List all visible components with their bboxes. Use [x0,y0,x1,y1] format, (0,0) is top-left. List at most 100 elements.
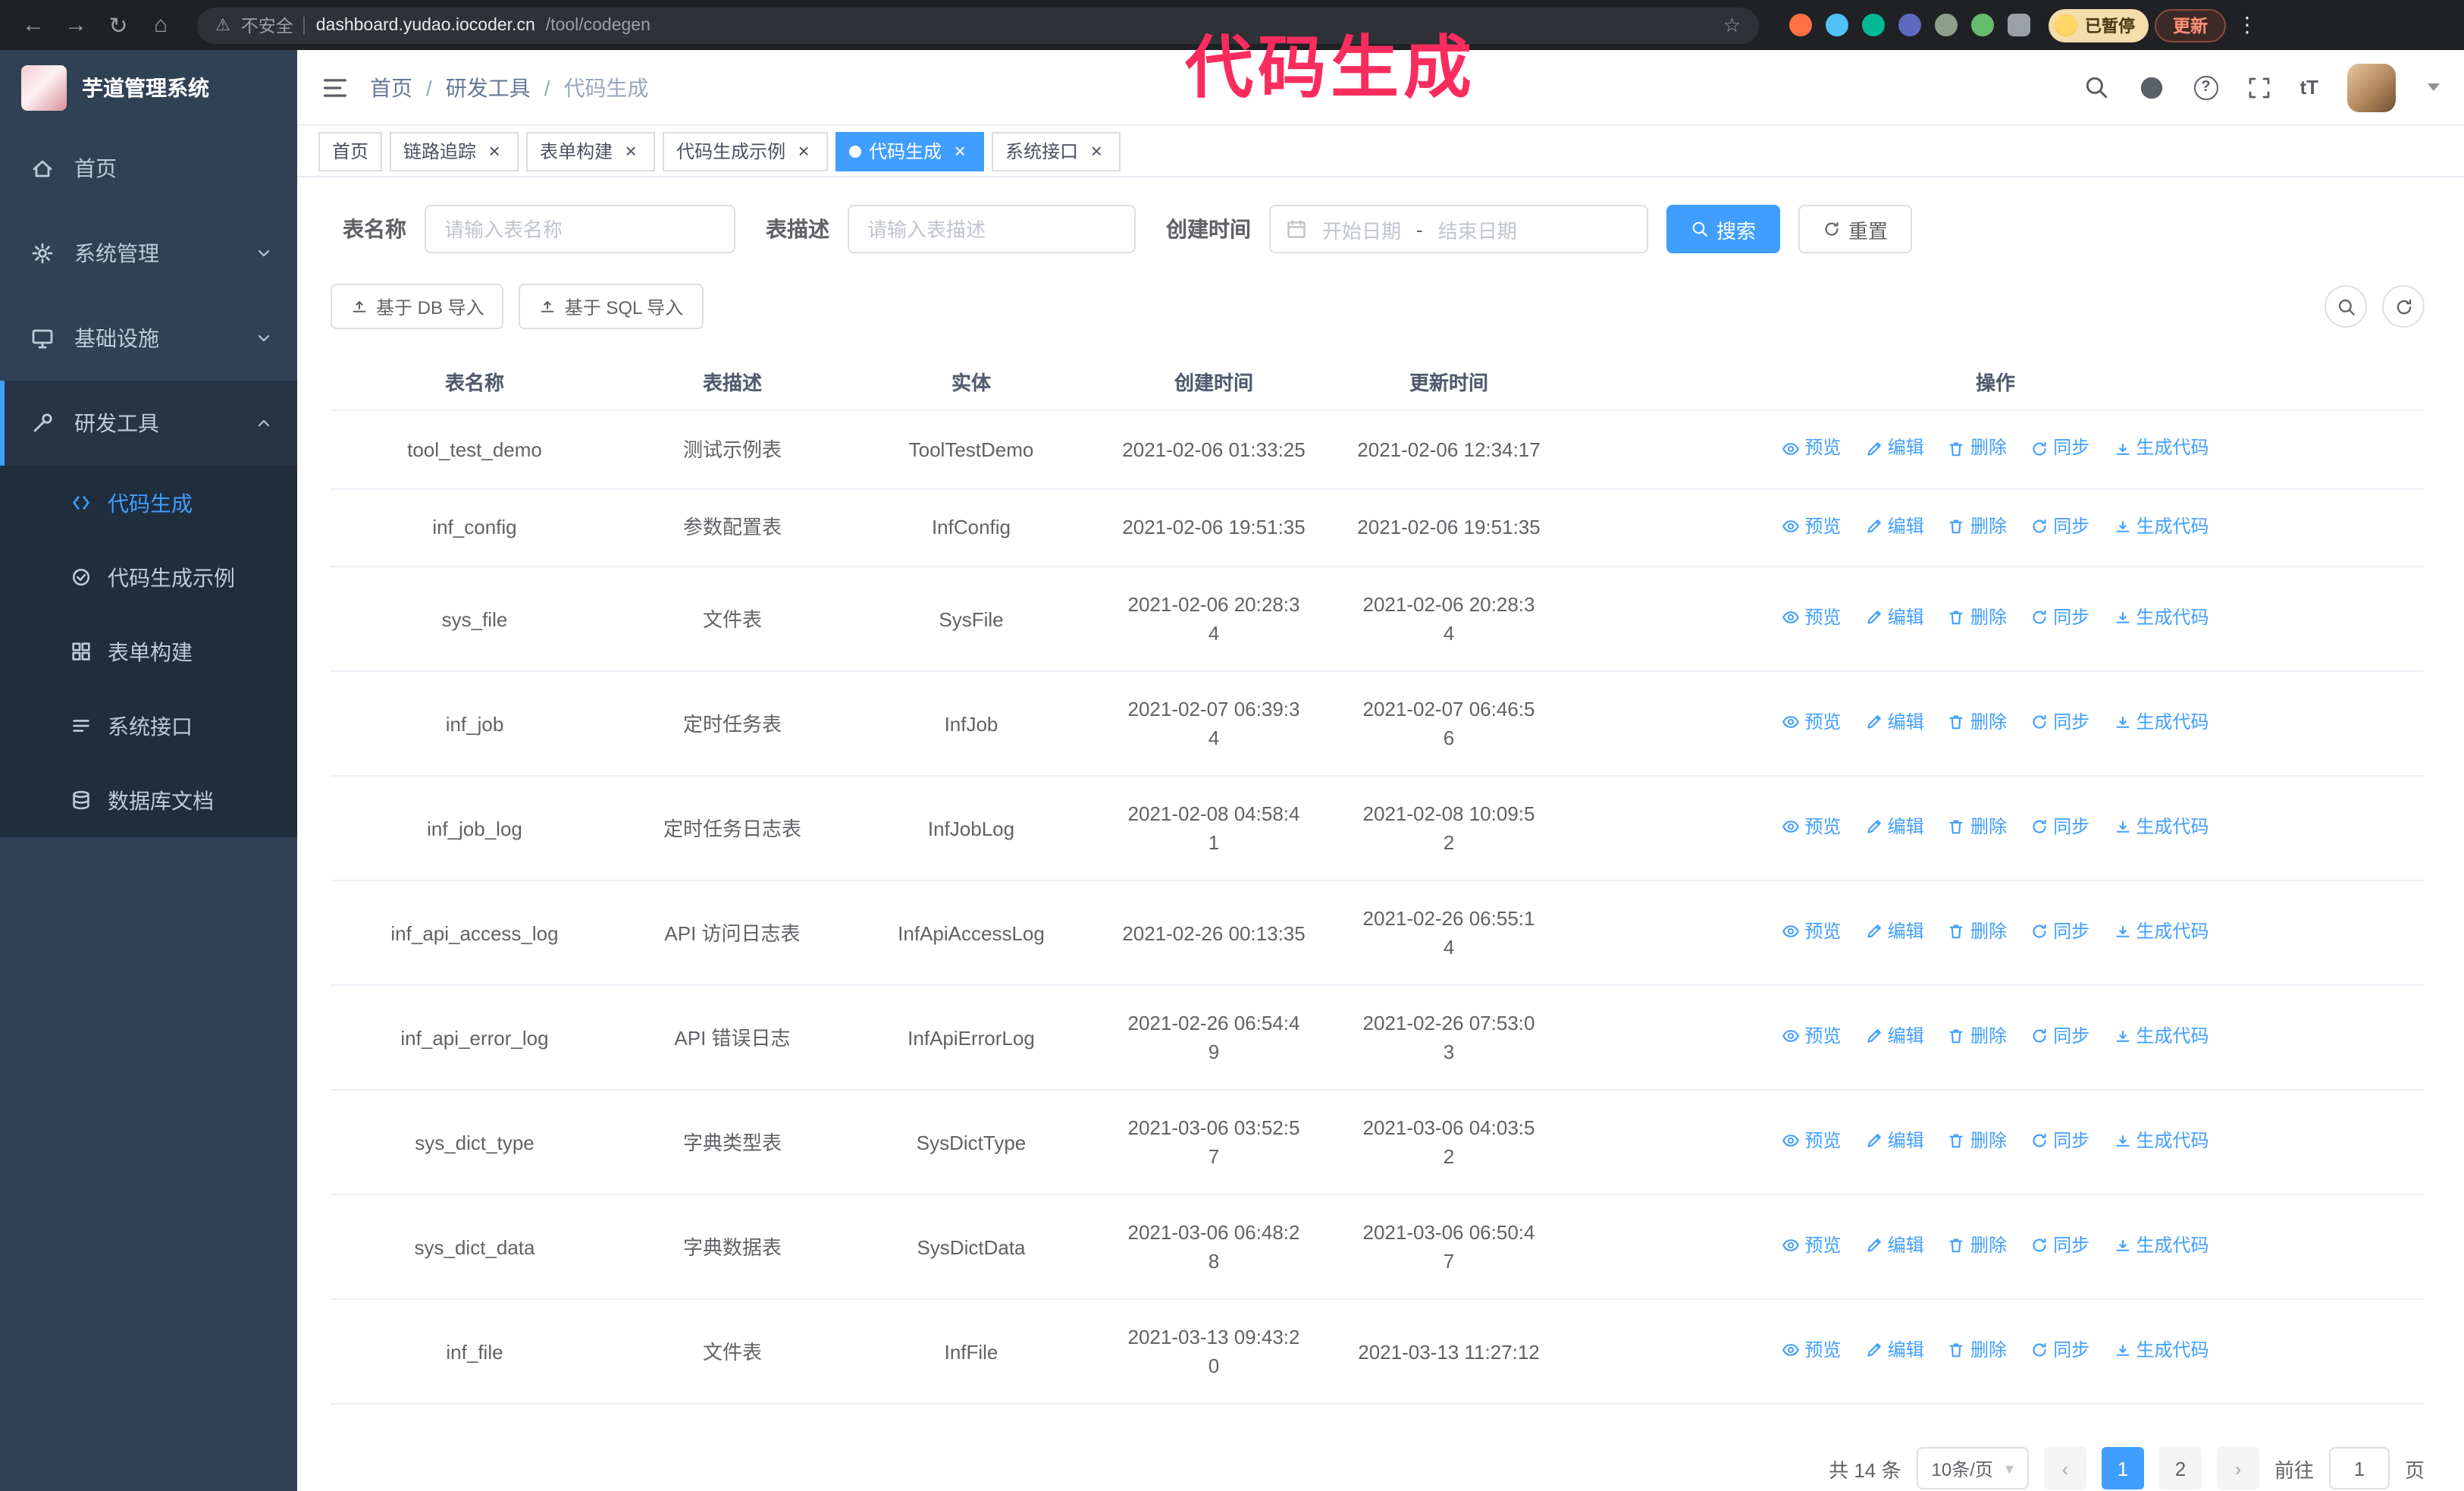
generate-code-link[interactable]: 生成代码 [2114,1232,2209,1260]
preview-link[interactable]: 预览 [1782,1022,1841,1051]
sync-link[interactable]: 同步 [2030,918,2089,946]
delete-link[interactable]: 删除 [1948,1336,2007,1365]
extension-icon[interactable] [1898,14,1921,36]
delete-link[interactable]: 删除 [1948,434,2007,463]
sync-link[interactable]: 同步 [2030,1127,2089,1156]
generate-code-link[interactable]: 生成代码 [2114,1336,2209,1365]
sync-link[interactable]: 同步 [2030,1232,2089,1260]
close-icon[interactable]: × [484,140,505,162]
close-icon[interactable]: × [949,140,970,162]
sync-link[interactable]: 同步 [2030,434,2089,463]
generate-code-link[interactable]: 生成代码 [2114,604,2209,632]
hamburger-icon[interactable] [321,74,349,101]
sidebar-item-home[interactable]: 首页 [0,126,297,211]
url-bar[interactable]: ⚠ 不安全 dashboard.yudao.iocoder.cn /tool/c… [197,7,1759,43]
import-db-button[interactable]: 基于 DB 导入 [331,284,504,329]
preview-link[interactable]: 预览 [1782,434,1841,463]
edit-link[interactable]: 编辑 [1865,1127,1924,1156]
sync-link[interactable]: 同步 [2030,1022,2089,1051]
extension-icon[interactable] [1935,14,1958,36]
sidebar-item-codegen[interactable]: 代码生成 [0,466,297,540]
tab-system-api[interactable]: 系统接口 × [992,131,1121,171]
update-button[interactable]: 更新 [2155,8,2226,42]
generate-code-link[interactable]: 生成代码 [2114,918,2209,946]
search-button[interactable]: 搜索 [1666,205,1781,253]
date-range-picker[interactable]: 开始日期 - 结束日期 [1269,205,1648,253]
close-icon[interactable]: × [620,140,641,162]
sync-link[interactable]: 同步 [2030,708,2089,737]
sidebar-item-system-api[interactable]: 系统接口 [0,689,297,763]
tab-codegen[interactable]: 代码生成 × [835,131,985,171]
generate-code-link[interactable]: 生成代码 [2114,512,2209,541]
delete-link[interactable]: 删除 [1948,1232,2007,1260]
table-desc-input[interactable] [848,205,1136,253]
tab-codegen-example[interactable]: 代码生成示例 × [663,131,829,171]
delete-link[interactable]: 删除 [1948,1022,2007,1051]
tab-home[interactable]: 首页 [318,131,383,171]
sidebar-item-infrastructure[interactable]: 基础设施 [0,296,297,381]
toggle-search-button[interactable] [2324,285,2367,328]
edit-link[interactable]: 编辑 [1865,434,1924,463]
breadcrumb-home[interactable]: 首页 [370,72,412,102]
search-icon[interactable] [2083,74,2108,100]
font-size-icon[interactable]: tT [2299,76,2318,99]
table-name-input[interactable] [425,205,735,253]
edit-link[interactable]: 编辑 [1865,1022,1924,1051]
edit-link[interactable]: 编辑 [1865,604,1924,632]
generate-code-link[interactable]: 生成代码 [2114,434,2209,463]
sidebar-item-form-builder[interactable]: 表单构建 [0,614,297,689]
preview-link[interactable]: 预览 [1782,1127,1841,1156]
delete-link[interactable]: 删除 [1948,918,2007,946]
sidebar-item-dev-tools[interactable]: 研发工具 [0,381,297,466]
sync-link[interactable]: 同步 [2030,1336,2089,1365]
back-icon[interactable]: ← [15,7,52,43]
close-icon[interactable]: × [1086,140,1107,162]
delete-link[interactable]: 删除 [1948,813,2007,842]
avatar-caret-icon[interactable] [2428,83,2440,91]
delete-link[interactable]: 删除 [1948,708,2007,737]
edit-link[interactable]: 编辑 [1865,512,1924,541]
extension-icon[interactable] [1971,14,1994,36]
preview-link[interactable]: 预览 [1782,1336,1841,1365]
delete-link[interactable]: 删除 [1948,604,2007,632]
tab-trace[interactable]: 链路追踪 × [390,131,519,171]
sidebar-item-db-doc[interactable]: 数据库文档 [0,763,297,837]
refresh-table-button[interactable] [2382,285,2425,328]
tab-form-builder[interactable]: 表单构建 × [526,131,656,171]
generate-code-link[interactable]: 生成代码 [2114,813,2209,842]
reload-icon[interactable]: ↻ [100,7,136,43]
edit-link[interactable]: 编辑 [1865,1232,1924,1260]
github-icon[interactable] [2137,74,2165,101]
home-icon[interactable]: ⌂ [143,7,179,43]
import-sql-button[interactable]: 基于 SQL 导入 [519,284,704,329]
edit-link[interactable]: 编辑 [1865,918,1924,946]
extension-icon[interactable] [1826,14,1848,36]
extension-icon[interactable] [1862,14,1885,36]
next-page-button[interactable]: › [2216,1447,2259,1489]
edit-link[interactable]: 编辑 [1865,813,1924,842]
goto-page-input[interactable] [2328,1447,2390,1489]
page-size-select[interactable]: 10条/页 ▾ [1916,1447,2029,1489]
extension-icon[interactable] [1789,14,1812,36]
preview-link[interactable]: 预览 [1782,918,1841,946]
preview-link[interactable]: 预览 [1782,1232,1841,1260]
generate-code-link[interactable]: 生成代码 [2114,708,2209,737]
help-icon[interactable]: ? [2193,75,2218,99]
page-2-button[interactable]: 2 [2158,1447,2202,1489]
prev-page-button[interactable]: ‹ [2043,1447,2086,1489]
breadcrumb-dev-tools[interactable]: 研发工具 [446,72,531,102]
reset-button[interactable]: 重置 [1798,205,1913,253]
browser-menu-icon[interactable]: ⋮ [2237,12,2258,38]
avatar[interactable] [2347,63,2396,111]
bookmark-star-icon[interactable]: ☆ [1723,13,1741,37]
preview-link[interactable]: 预览 [1782,813,1841,842]
delete-link[interactable]: 删除 [1948,1127,2007,1156]
sidebar-item-system-management[interactable]: 系统管理 [0,211,297,296]
extensions-puzzle-icon[interactable] [2008,14,2030,36]
preview-link[interactable]: 预览 [1782,512,1841,541]
sidebar-item-codegen-example[interactable]: 代码生成示例 [0,540,297,614]
edit-link[interactable]: 编辑 [1865,1336,1924,1365]
edit-link[interactable]: 编辑 [1865,708,1924,737]
sync-link[interactable]: 同步 [2030,512,2089,541]
delete-link[interactable]: 删除 [1948,512,2007,541]
